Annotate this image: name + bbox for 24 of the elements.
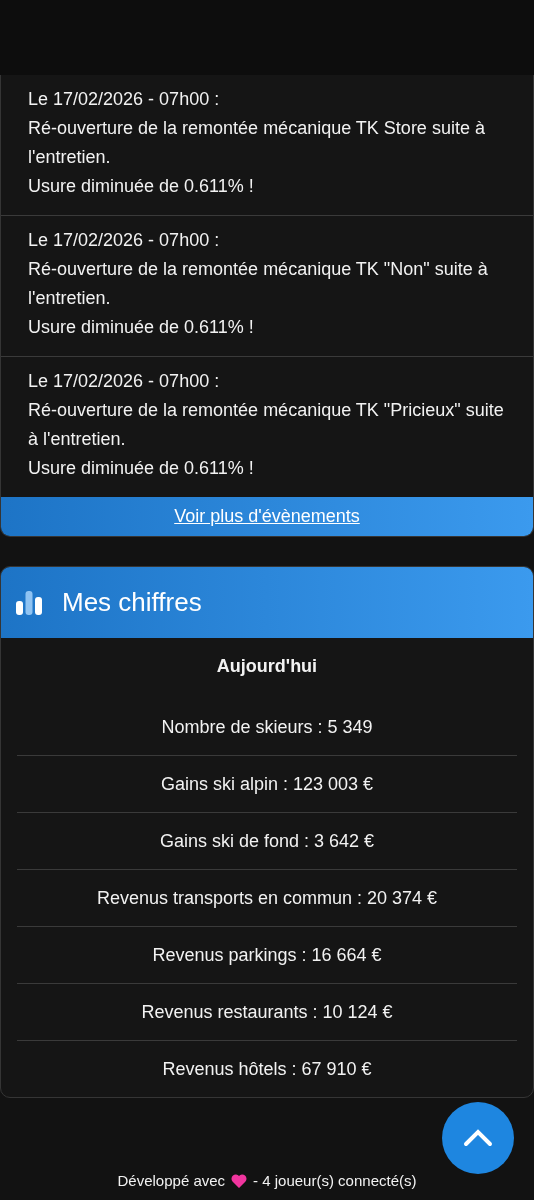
bar-chart-icon [16, 590, 42, 615]
period-label: Aujourd'hui [215, 655, 319, 678]
stats-title: Mes chiffres [62, 587, 202, 618]
stat-row-text: Revenus hôtels : 67 910 € [161, 1058, 373, 1081]
stat-row: Revenus transports en commun : 20 374 € [17, 870, 517, 927]
event-date: Le 17/02/2026 - 07h00 : [28, 88, 221, 111]
stat-row: Revenus restaurants : 10 124 € [17, 984, 517, 1041]
event-message: Ré-ouverture de la remontée mécanique TK "Pricieux" suite à l'entretien. [28, 399, 505, 451]
stat-row: Gains ski de fond : 3 642 € [17, 813, 517, 870]
event-detail: Usure diminuée de 0.611% ! [28, 316, 255, 339]
heart-icon [231, 1173, 248, 1188]
event-message: Ré-ouverture de la remontée mécanique TK Store suite à l'entretien. [28, 117, 486, 169]
chevron-up-icon [463, 1129, 493, 1147]
more-events-link[interactable]: Voir plus d'évènements [1, 497, 533, 536]
event-detail: Usure diminuée de 0.611% ! [28, 457, 255, 480]
event-date: Le 17/02/2026 - 07h00 : [28, 229, 221, 252]
event-message: Ré-ouverture de la remontée mécanique TK "Non" suite à l'entretien. [28, 258, 489, 310]
event-date: Le 17/02/2026 - 07h00 : [28, 370, 221, 393]
stat-row: Nombre de skieurs : 5 349 [17, 699, 517, 756]
stat-row: Revenus parkings : 16 664 € [17, 927, 517, 984]
footer-text: - 4 joueur(s) connecté(s) [253, 1172, 417, 1189]
event-detail: Usure diminuée de 0.611% ! [28, 175, 255, 198]
stat-row: Gains ski alpin : 123 003 € [17, 756, 517, 813]
footer-text: Développé avec [117, 1172, 226, 1189]
